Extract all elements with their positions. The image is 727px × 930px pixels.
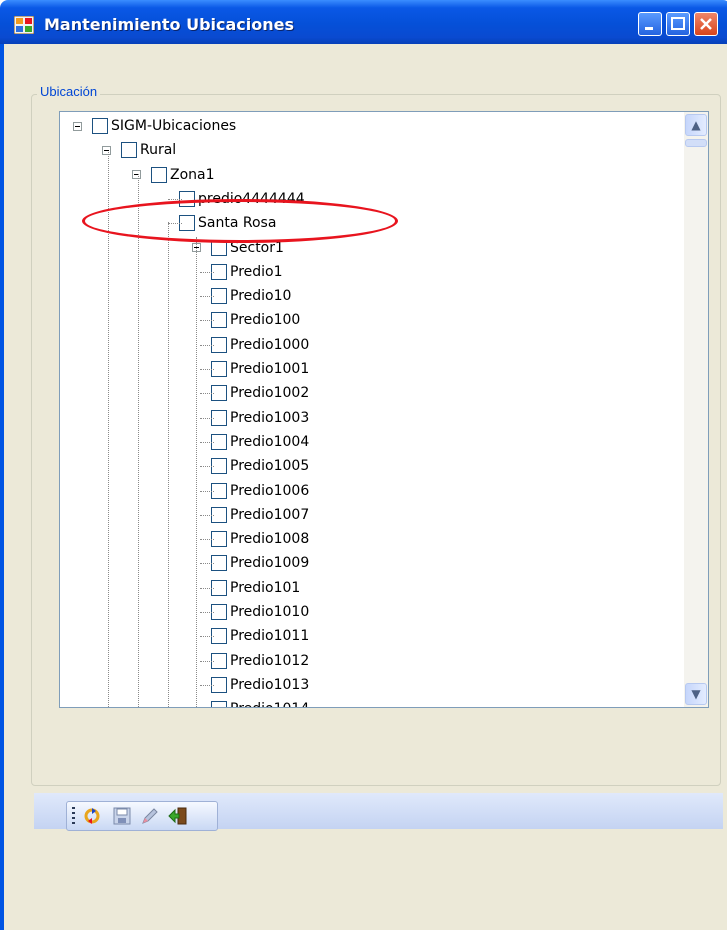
title-bar[interactable]: Mantenimiento Ubicaciones — [0, 0, 727, 44]
node-label: Predio1009 — [230, 555, 310, 572]
scroll-down-button[interactable]: ▼ — [685, 683, 707, 705]
tree-connector-line — [200, 344, 214, 346]
collapse-toggle-icon[interactable] — [132, 170, 141, 180]
node-label: Predio1002 — [230, 385, 310, 402]
close-icon — [700, 18, 712, 30]
node-label: Predio1008 — [230, 531, 310, 548]
toolbar-grip[interactable] — [72, 807, 75, 825]
refresh-icon[interactable] — [81, 806, 103, 826]
node-label: Rural — [140, 142, 177, 159]
chevron-up-icon: ▲ — [691, 118, 701, 132]
tree-connector-line — [200, 563, 214, 565]
node-label: Predio100 — [230, 312, 301, 329]
edit-icon[interactable] — [139, 806, 161, 826]
node-label: SIGM-Ubicaciones — [111, 118, 237, 134]
tree-node[interactable]: Zona1 — [132, 164, 215, 186]
tree-connector-line — [200, 393, 214, 395]
node-label: Predio101 — [230, 579, 301, 596]
node-label: Predio1000 — [230, 336, 310, 353]
node-checkbox[interactable] — [92, 118, 108, 134]
node-label: Zona1 — [170, 166, 215, 183]
save-icon[interactable] — [111, 806, 133, 826]
tree-connector-line — [200, 320, 214, 322]
node-label: Predio1001 — [230, 361, 310, 377]
tree-connector-line — [200, 441, 214, 443]
node-label: Predio1007 — [230, 506, 310, 523]
tree-guide-line — [196, 237, 197, 707]
collapse-toggle-icon[interactable] — [102, 145, 111, 155]
node-checkbox[interactable] — [121, 142, 137, 159]
toolbar — [66, 801, 218, 831]
tree-connector-line — [200, 660, 214, 662]
tree-connector-line — [200, 612, 214, 613]
minimize-button[interactable] — [638, 12, 662, 36]
maximize-icon — [671, 17, 685, 30]
node-checkbox[interactable] — [211, 701, 227, 707]
tree-guide-line — [138, 174, 139, 707]
close-button[interactable] — [694, 12, 718, 36]
app-icon — [14, 16, 34, 34]
node-label: Predio1010 — [230, 604, 310, 620]
tree-connector-line — [200, 539, 214, 541]
node-label: Predio1005 — [230, 458, 310, 475]
node-label: Predio1004 — [230, 433, 310, 450]
highlight-annotation — [82, 199, 398, 243]
node-label: Predio1013 — [230, 676, 310, 693]
groupbox-label: Ubicación — [37, 84, 101, 99]
node-label: Predio1012 — [230, 652, 310, 669]
node-label: Predio1003 — [230, 409, 310, 426]
tree-guide-line — [108, 152, 109, 707]
tree-connector-line — [200, 369, 214, 370]
node-label: Predio1006 — [230, 482, 310, 499]
tree-node[interactable]: Rural — [102, 139, 176, 161]
scroll-up-button[interactable]: ▲ — [685, 114, 707, 136]
location-tree[interactable]: ▲ ▼ SIGM-Ubicaciones Rural Zona1 predio4444… — [59, 111, 709, 708]
tree-connector-line — [200, 490, 214, 492]
maximize-button[interactable] — [666, 12, 690, 36]
node-label: Predio1 — [230, 263, 283, 280]
tree-connector-line — [200, 417, 214, 419]
node-label: Predio1014 — [230, 701, 309, 707]
node-label: Predio10 — [230, 288, 292, 305]
node-checkbox[interactable] — [151, 166, 167, 183]
tree-node[interactable]: Predio1014 — [192, 698, 309, 707]
vertical-scrollbar[interactable]: ▲ ▼ — [684, 112, 708, 707]
tree-guide-line — [168, 222, 169, 707]
scroll-thumb[interactable] — [685, 139, 707, 147]
collapse-toggle-icon[interactable] — [73, 121, 82, 131]
tree-connector-line — [200, 466, 214, 468]
tree-connector-line — [200, 514, 214, 516]
window-title: Mantenimiento Ubicaciones — [44, 15, 295, 34]
exit-icon[interactable] — [167, 806, 189, 826]
node-label: Predio1011 — [230, 628, 310, 645]
tree-connector-line — [200, 271, 214, 273]
tree-connector-line — [200, 587, 214, 589]
tree-connector-line — [200, 296, 214, 298]
tree-connector-line — [200, 684, 214, 686]
tree-node[interactable]: SIGM-Ubicaciones — [73, 115, 236, 137]
minimize-icon — [645, 27, 653, 30]
tree-connector-line — [200, 636, 214, 638]
chevron-down-icon: ▼ — [691, 687, 701, 701]
